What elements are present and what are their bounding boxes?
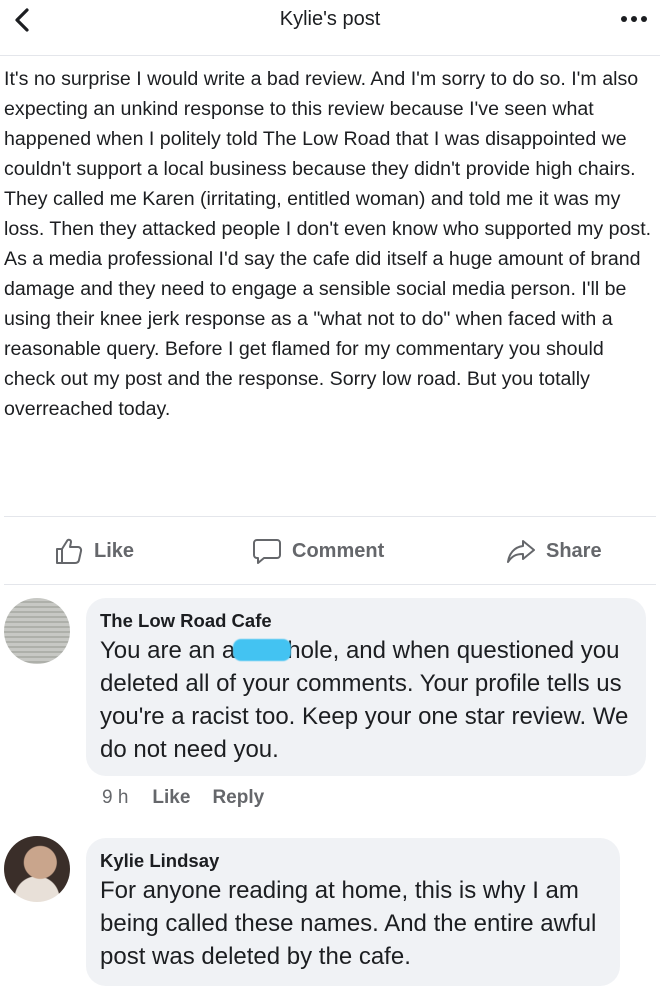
- comment-button[interactable]: Comment: [252, 528, 384, 574]
- more-options-button[interactable]: [614, 6, 654, 32]
- avatar-low-road-cafe[interactable]: [4, 598, 70, 664]
- share-label: Share: [546, 539, 602, 562]
- comment-icon: [253, 539, 281, 564]
- post-actions-bar: Like Comment Share: [0, 528, 660, 574]
- comment-like-button[interactable]: Like: [152, 787, 190, 809]
- post-header: Kylie's post: [0, 0, 660, 56]
- avatar-kylie-lindsay[interactable]: [4, 836, 70, 902]
- comment-bubble: The Low Road Cafe You are an a hole, and …: [86, 598, 646, 776]
- comment-bubble: Kylie Lindsay For anyone reading at home…: [86, 838, 620, 986]
- more-dots-icon: [621, 16, 647, 22]
- like-button[interactable]: Like: [54, 528, 134, 574]
- comment-meta: 9 h Like Reply: [102, 784, 264, 812]
- page-title: Kylie's post: [279, 8, 381, 30]
- divider-bottom: [4, 584, 656, 585]
- share-button[interactable]: Share: [506, 528, 602, 574]
- comment-author[interactable]: Kylie Lindsay: [100, 848, 606, 874]
- redaction-mark: [233, 639, 292, 661]
- thumbs-up-icon: [56, 538, 83, 564]
- comment-reply-button[interactable]: Reply: [212, 787, 264, 809]
- comment-text: For anyone reading at home, this is why …: [100, 877, 597, 970]
- comment-timestamp: 9 h: [102, 787, 129, 808]
- comment-label: Comment: [292, 539, 385, 562]
- share-icon: [507, 540, 535, 563]
- divider-top: [4, 516, 656, 517]
- comment-text: You are an a hole, and when questioned yo…: [100, 634, 632, 766]
- post-body-text: It's no surprise I would write a bad rev…: [4, 68, 652, 420]
- like-label: Like: [94, 539, 135, 562]
- comment-text-start: You are an a: [100, 637, 236, 664]
- comment-author[interactable]: The Low Road Cafe: [100, 608, 632, 634]
